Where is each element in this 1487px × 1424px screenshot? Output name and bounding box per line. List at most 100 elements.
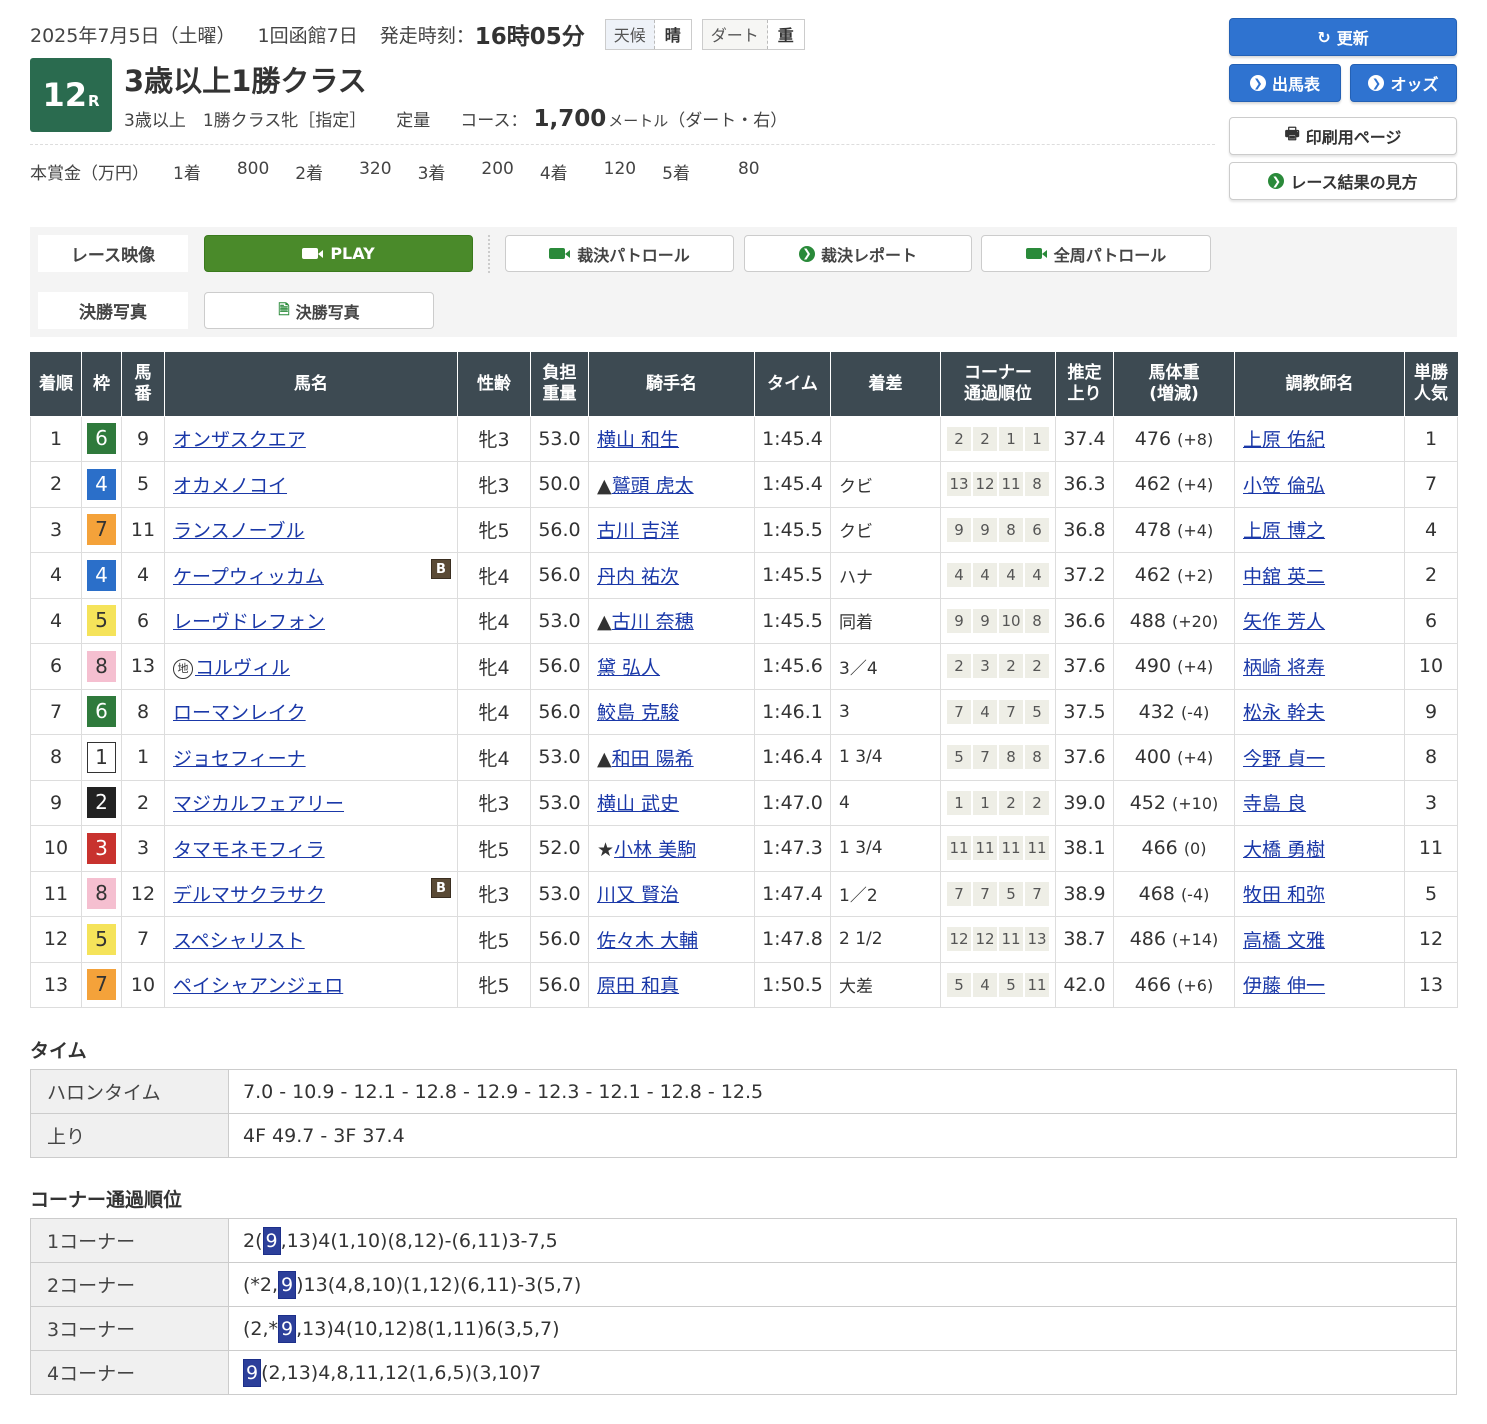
horse-number-cell: 3: [121, 825, 165, 872]
popularity-cell: 2: [1404, 552, 1458, 599]
jockey-link[interactable]: 原田 和真: [597, 975, 679, 997]
last3f-cell: 37.6: [1055, 734, 1114, 781]
corner-position: 1: [947, 790, 971, 815]
jockey-link[interactable]: 佐々木 大輔: [597, 930, 698, 952]
corner-position: 5: [947, 972, 971, 997]
corner-order: 9 (2,13)4,8,11,12(1,6,5)(3,10)7: [228, 1350, 1457, 1395]
odds-button[interactable]: ❯ オッズ: [1350, 64, 1457, 102]
result-guide-button[interactable]: ❯ レース結果の見方: [1229, 162, 1457, 200]
trainer-link[interactable]: 牧田 和弥: [1243, 884, 1325, 906]
horse-name-link[interactable]: レーヴドレフォン: [173, 611, 325, 633]
body-weight-change: (+2): [1177, 566, 1214, 586]
sex-age-cell: 牝3: [457, 870, 531, 917]
col-weight-text: 負担 重量: [542, 363, 577, 404]
trainer-link[interactable]: 寺島 良: [1243, 793, 1306, 815]
corner-cell: 9 9 10 8: [940, 597, 1056, 644]
rank-cell: 3: [30, 506, 82, 553]
video-camera-icon: [1025, 248, 1047, 259]
jockey-link[interactable]: 鷲頭 虎太: [612, 475, 694, 497]
jockey-cell: 黛 弘人: [588, 643, 755, 690]
corner-position: 9: [973, 608, 997, 633]
jockey-link[interactable]: 横山 和生: [597, 429, 679, 451]
horse-name-link[interactable]: ローマンレイク: [173, 702, 306, 724]
trainer-link[interactable]: 矢作 芳人: [1243, 611, 1325, 633]
body-weight: 462: [1134, 473, 1172, 496]
jockey-link[interactable]: 古川 奈穂: [612, 611, 694, 633]
trainer-link[interactable]: 松永 幹夫: [1243, 702, 1325, 724]
jockey-link[interactable]: 和田 陽希: [612, 748, 694, 770]
col-waku: 枠: [81, 352, 122, 417]
jockey-link[interactable]: 小林 美駒: [614, 839, 696, 861]
horse-name-link[interactable]: ランスノーブル: [173, 520, 304, 542]
horse-name-link[interactable]: スペシャリスト: [173, 930, 305, 952]
print-page-button[interactable]: 🖶 印刷用ページ: [1229, 117, 1457, 155]
waku-cell: 6: [81, 688, 122, 735]
full-patrol-button[interactable]: 全周パトロール: [981, 235, 1211, 272]
last3f-cell: 38.7: [1055, 916, 1114, 963]
patrol-video-button[interactable]: 裁決パトロール: [505, 235, 734, 272]
horse-name-link[interactable]: ペイシャアンジェロ: [173, 975, 343, 997]
trainer-link[interactable]: 柄崎 将寿: [1243, 657, 1325, 679]
trainer-cell: 中舘 英二: [1234, 552, 1405, 599]
margin-cell: 2 1/2: [830, 916, 941, 963]
update-button[interactable]: ↻ 更新: [1229, 18, 1457, 56]
table-row: 8 1 1 ジョセフィーナ 牝4 53.0 ▲和田 陽希 1:46.4 1 3/4 5 7 8 8 37.…: [30, 734, 1458, 781]
race-date: 2025年7月5日（土曜）: [30, 24, 236, 47]
horse-name-link[interactable]: ジョセフィーナ: [173, 748, 306, 770]
last-label: 上り: [30, 1113, 229, 1158]
printer-icon: 🖶: [1284, 123, 1300, 143]
horse-name-link[interactable]: コルヴィル: [195, 657, 290, 679]
entries-button-label: 出馬表: [1271, 75, 1320, 94]
play-video-button[interactable]: PLAY: [204, 235, 473, 272]
corner-position: 11: [1025, 972, 1049, 997]
body-weight-cell: 486 (+14): [1113, 916, 1235, 963]
time-cell: 1:45.5: [754, 597, 831, 644]
race-title: 3歳以上1勝クラス: [124, 64, 367, 98]
corner-position: 13: [1025, 927, 1049, 952]
time-table: ハロンタイム 7.0 - 10.9 - 12.1 - 12.8 - 12.9 -…: [30, 1069, 1457, 1158]
horse-name-link[interactable]: マジカルフェアリー: [173, 793, 344, 815]
trainer-link[interactable]: 小笠 倫弘: [1243, 475, 1325, 497]
horse-name-cell: 地コルヴィル: [164, 643, 458, 690]
stewards-report-button[interactable]: ❯ 裁決レポート: [744, 235, 972, 272]
rank-cell: 12: [30, 916, 82, 963]
margin-cell: [830, 415, 941, 462]
trainer-link[interactable]: 今野 貞一: [1243, 748, 1325, 770]
margin-cell: ハナ: [830, 552, 941, 599]
horse-number-cell: 9: [121, 415, 165, 462]
trainer-link[interactable]: 伊藤 伸一: [1243, 975, 1325, 997]
full-patrol-label: 全周パトロール: [1053, 245, 1167, 265]
finish-photo-button[interactable]: 🗎 決勝写真: [204, 292, 434, 329]
trainer-link[interactable]: 高橋 文雅: [1243, 930, 1325, 952]
prize-amount: 200: [481, 159, 514, 179]
trainer-link[interactable]: 大橋 勇樹: [1243, 839, 1325, 861]
jockey-link[interactable]: 川又 賢治: [597, 884, 679, 906]
table-row: 7 6 8 ローマンレイク 牝4 56.0 鮫島 克駿 1:46.1 3 7 4 7 5 37.5 432 …: [30, 688, 1458, 735]
jockey-link[interactable]: 古川 吉洋: [597, 520, 679, 542]
waku-cell: 1: [81, 734, 122, 781]
trainer-link[interactable]: 上原 博之: [1243, 520, 1325, 542]
corner-position: 7: [973, 745, 997, 770]
horse-name-link[interactable]: オンザスクエア: [173, 429, 306, 451]
trainer-link[interactable]: 上原 佑紀: [1243, 429, 1325, 451]
last3f-cell: 38.1: [1055, 825, 1114, 872]
corner-position: 9: [947, 517, 971, 542]
jockey-link[interactable]: 鮫島 克駿: [597, 702, 679, 724]
trainer-cell: 松永 幹夫: [1234, 688, 1405, 735]
horse-name-cell: タマモネモフィラ: [164, 825, 458, 872]
trainer-link[interactable]: 中舘 英二: [1243, 566, 1325, 588]
jockey-link[interactable]: 横山 武史: [597, 793, 679, 815]
horse-name-link[interactable]: デルマサクラサク: [173, 884, 325, 906]
sex-age-cell: 牝4: [457, 688, 531, 735]
jockey-link[interactable]: 丹内 祐次: [597, 566, 679, 588]
entries-button[interactable]: ❯ 出馬表: [1229, 64, 1341, 102]
prize-label: 本賞金（万円）: [30, 164, 149, 184]
jockey-link[interactable]: 黛 弘人: [597, 657, 660, 679]
body-weight: 466: [1141, 837, 1178, 860]
horse-name-link[interactable]: ケープウィッカム: [173, 566, 324, 588]
time-cell: 1:45.5: [754, 552, 831, 599]
horse-name-link[interactable]: タマモネモフィラ: [173, 839, 325, 861]
horse-name-link[interactable]: オカメノコイ: [173, 475, 287, 497]
race-number-suffix: R: [87, 92, 100, 110]
corner-positions: 7475: [945, 699, 1051, 724]
